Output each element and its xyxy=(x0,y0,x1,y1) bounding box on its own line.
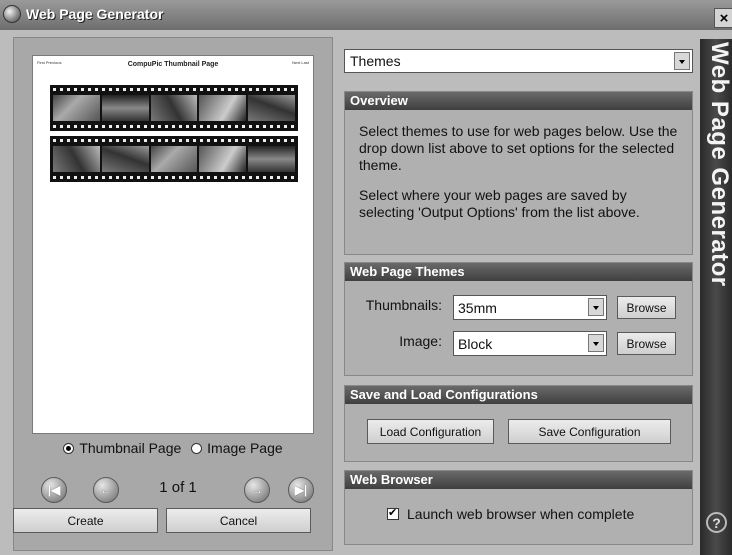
help-icon[interactable]: ? xyxy=(706,512,727,533)
preview-prev-link: First Previous xyxy=(37,60,62,65)
overview-text-1: Select themes to use for web pages below… xyxy=(359,123,678,173)
app-icon xyxy=(3,5,21,23)
film-perforation xyxy=(53,176,295,179)
web-page-themes-section: Web Page Themes Thumbnails: 35mm Browse … xyxy=(344,262,693,376)
thumbnail-page-label: Thumbnail Page xyxy=(79,440,182,456)
filmstrip xyxy=(50,85,298,131)
next-page-button[interactable]: → xyxy=(244,477,270,503)
title-bar: Web Page Generator × xyxy=(0,0,732,31)
preview-panel: First Previous CompuPic Thumbnail Page N… xyxy=(13,37,333,551)
thumbnail-image xyxy=(248,95,295,121)
thumbnails-theme-value: 35mm xyxy=(458,300,497,316)
image-page-radio[interactable]: Image Page xyxy=(191,440,283,456)
thumbnail-image xyxy=(199,146,247,172)
main-window: First Previous CompuPic Thumbnail Page N… xyxy=(0,30,732,555)
chevron-down-icon[interactable] xyxy=(674,52,690,70)
radio-indicator[interactable] xyxy=(191,442,203,454)
options-dropdown[interactable]: Themes xyxy=(344,49,693,73)
thumbnails-browse-button[interactable]: Browse xyxy=(617,296,676,319)
film-perforation xyxy=(53,139,295,142)
thumbnail-image xyxy=(150,95,198,121)
skip-forward-icon: ▶| xyxy=(294,483,308,497)
side-banner: Web Page Generator ? xyxy=(700,39,732,555)
load-configuration-button[interactable]: Load Configuration xyxy=(367,419,494,444)
window-title: Web Page Generator xyxy=(26,6,164,22)
thumbnail-image xyxy=(199,95,247,121)
preview-title: CompuPic Thumbnail Page xyxy=(127,61,219,68)
page-preview: First Previous CompuPic Thumbnail Page N… xyxy=(32,55,314,434)
page-navigation: |◀ ← 1 of 1 → ▶| xyxy=(14,475,332,503)
thumbnail-image xyxy=(101,146,149,172)
configurations-section: Save and Load Configurations Load Config… xyxy=(344,385,693,462)
launch-browser-label: Launch web browser when complete xyxy=(407,506,635,522)
skip-back-icon: |◀ xyxy=(47,483,61,497)
thumbnails-label: Thumbnails: xyxy=(365,297,442,313)
first-page-button[interactable]: |◀ xyxy=(41,477,67,503)
thumbnail-image xyxy=(248,146,295,172)
arrow-left-icon: ← xyxy=(100,483,112,497)
thumbnail-page-radio[interactable]: Thumbnail Page xyxy=(63,440,181,456)
thumbnails-theme-dropdown[interactable]: 35mm xyxy=(453,295,607,320)
web-browser-section: Web Browser Launch web browser when comp… xyxy=(344,470,693,545)
cancel-button[interactable]: Cancel xyxy=(166,508,311,533)
options-dropdown-value: Themes xyxy=(350,53,401,69)
radio-indicator[interactable] xyxy=(63,442,75,454)
save-configuration-button[interactable]: Save Configuration xyxy=(508,419,671,444)
thumbnail-image xyxy=(150,146,198,172)
thumbnail-image xyxy=(101,95,149,121)
page-counter: 1 of 1 xyxy=(159,479,197,496)
launch-browser-option[interactable]: Launch web browser when complete xyxy=(387,506,634,522)
image-label: Image: xyxy=(399,333,442,349)
chevron-down-icon[interactable] xyxy=(588,298,604,316)
previous-page-button[interactable]: ← xyxy=(93,477,119,503)
overview-section: Overview Select themes to use for web pa… xyxy=(344,91,693,255)
chevron-down-icon[interactable] xyxy=(588,334,604,352)
thumbnail-image xyxy=(53,95,100,121)
film-perforation xyxy=(53,88,295,91)
image-page-label: Image Page xyxy=(207,440,283,456)
image-theme-dropdown[interactable]: Block xyxy=(453,331,607,356)
preview-next-link: Next Last xyxy=(292,60,309,65)
arrow-right-icon: → xyxy=(251,483,263,497)
launch-browser-checkbox[interactable] xyxy=(387,506,399,520)
last-page-button[interactable]: ▶| xyxy=(288,477,314,503)
create-button[interactable]: Create xyxy=(13,508,158,533)
close-button[interactable]: × xyxy=(714,8,732,28)
overview-text-2: Select where your web pages are saved by… xyxy=(359,187,640,220)
themes-header: Web Page Themes xyxy=(345,263,692,281)
image-theme-value: Block xyxy=(458,336,493,352)
image-browse-button[interactable]: Browse xyxy=(617,332,676,355)
banner-title: Web Page Generator xyxy=(706,42,732,287)
filmstrip xyxy=(50,136,298,182)
web-browser-header: Web Browser xyxy=(345,471,692,489)
film-perforation xyxy=(53,125,295,128)
configurations-header: Save and Load Configurations xyxy=(345,386,692,404)
page-type-selector: Thumbnail Page Image Page xyxy=(14,440,332,457)
overview-header: Overview xyxy=(345,92,692,110)
thumbnail-image xyxy=(53,146,100,172)
